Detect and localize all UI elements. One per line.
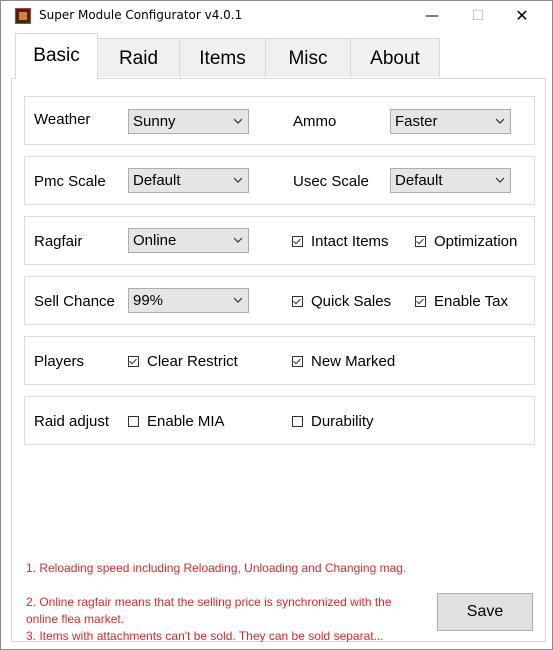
tab-about[interactable]: About [350, 38, 440, 77]
note-reloading: 1. Reloading speed including Reloading, … [26, 561, 407, 575]
weather-ammo-group: Weather Sunny Ammo Faster [24, 96, 535, 145]
raid-adjust-group: Raid adjust Enable MIA Durability [24, 396, 535, 445]
check-icon [128, 356, 139, 367]
check-icon [415, 236, 426, 247]
check-icon [128, 416, 139, 427]
intact-items-label: Intact Items [311, 233, 389, 250]
note-attachments: 3. Items with attachments can't be sold.… [26, 629, 384, 642]
check-icon [292, 296, 303, 307]
new-marked-checkbox[interactable]: New Marked [292, 353, 395, 370]
check-icon [292, 416, 303, 427]
weather-value: Sunny [133, 113, 176, 130]
durability-checkbox[interactable]: Durability [292, 413, 374, 430]
raid-adjust-label: Raid adjust [34, 413, 110, 430]
pmc-scale-value: Default [133, 172, 181, 189]
sell-chance-select[interactable]: 99% [128, 288, 249, 313]
tab-items[interactable]: Items [179, 38, 266, 77]
durability-label: Durability [311, 413, 374, 430]
chevron-down-icon [496, 177, 504, 183]
usec-scale-select[interactable]: Default [390, 168, 511, 193]
enable-tax-label: Enable Tax [434, 293, 508, 310]
sell-chance-value: 99% [133, 292, 164, 309]
quick-sales-checkbox[interactable]: Quick Sales [292, 293, 391, 310]
sell-group: Sell Chance 99% Quick Sales Enable Tax [24, 276, 535, 325]
note-ragfair: 2. Online ragfair means that the selling… [26, 595, 392, 626]
players-label: Players [34, 353, 85, 370]
chevron-down-icon [234, 297, 242, 303]
usec-scale-label: Usec Scale [293, 173, 369, 190]
clear-restrict-checkbox[interactable]: Clear Restrict [128, 353, 238, 370]
save-button[interactable]: Save [437, 593, 533, 631]
optimization-checkbox[interactable]: Optimization [415, 233, 517, 250]
close-button[interactable]: ✕ [509, 5, 535, 27]
minimize-button[interactable]: — [419, 5, 445, 27]
app-window: Super Module Configurator v4.0.1 — ☐ ✕ B… [0, 0, 553, 650]
tab-raid[interactable]: Raid [97, 38, 180, 77]
check-icon [292, 356, 303, 367]
chevron-down-icon [496, 118, 504, 124]
new-marked-label: New Marked [311, 353, 396, 370]
check-icon [415, 296, 426, 307]
clear-restrict-label: Clear Restrict [147, 353, 238, 370]
app-icon [15, 8, 31, 24]
tab-misc[interactable]: Misc [265, 38, 351, 77]
chevron-down-icon [234, 118, 242, 124]
pmc-scale-label: Pmc Scale [34, 173, 106, 190]
quick-sales-label: Quick Sales [311, 293, 392, 310]
tab-content-basic: Weather Sunny Ammo Faster Pmc Scale Defa… [11, 78, 546, 642]
enable-tax-checkbox[interactable]: Enable Tax [415, 293, 508, 310]
weather-label: Weather [34, 111, 91, 128]
ragfair-value: Online [133, 232, 177, 249]
tab-basic[interactable]: Basic [15, 33, 98, 79]
ragfair-select[interactable]: Online [128, 228, 249, 253]
enable-mia-checkbox[interactable]: Enable MIA [128, 413, 225, 430]
scale-group: Pmc Scale Default Usec Scale Default [24, 156, 535, 205]
sell-chance-label: Sell Chance [34, 293, 115, 310]
tab-strip: Basic Raid Items Misc About [11, 33, 546, 79]
ragfair-label: Ragfair [34, 233, 83, 250]
usec-scale-value: Default [395, 172, 443, 189]
check-icon [292, 236, 303, 247]
weather-select[interactable]: Sunny [128, 109, 249, 134]
optimization-label: Optimization [434, 233, 518, 250]
pmc-scale-select[interactable]: Default [128, 168, 249, 193]
maximize-button[interactable]: ☐ [465, 5, 491, 27]
intact-items-checkbox[interactable]: Intact Items [292, 233, 389, 250]
players-group: Players Clear Restrict New Marked [24, 336, 535, 385]
ammo-label: Ammo [293, 113, 337, 130]
enable-mia-label: Enable MIA [147, 413, 225, 430]
window-title: Super Module Configurator v4.0.1 [39, 8, 243, 22]
ammo-select[interactable]: Faster [390, 109, 511, 134]
ragfair-group: Ragfair Online Intact Items Optimization [24, 216, 535, 265]
chevron-down-icon [234, 177, 242, 183]
title-bar: Super Module Configurator v4.0.1 — ☐ ✕ [1, 1, 552, 32]
chevron-down-icon [234, 237, 242, 243]
ammo-value: Faster [395, 113, 438, 130]
